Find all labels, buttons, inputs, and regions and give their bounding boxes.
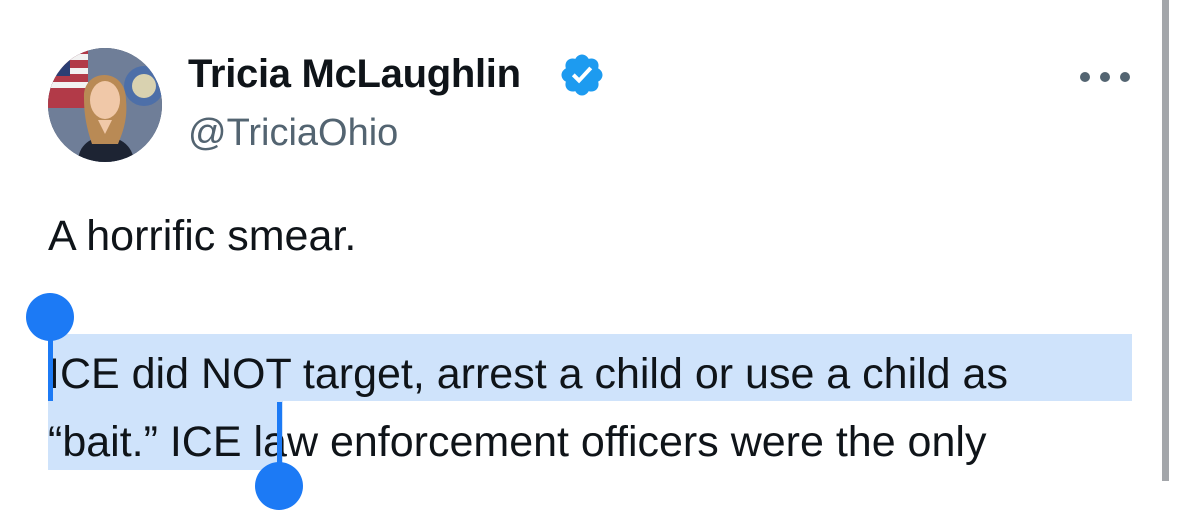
- scrollbar[interactable]: [1162, 0, 1169, 481]
- selection-end-caret: [277, 402, 282, 468]
- tweet-text-line-3: “bait.” ICE law enforcement officers wer…: [48, 418, 987, 466]
- selection-start-handle[interactable]: [26, 293, 74, 341]
- more-options-icon[interactable]: [1080, 62, 1130, 92]
- author-display-name[interactable]: Tricia McLaughlin: [188, 52, 521, 97]
- more-dot: [1120, 72, 1130, 82]
- selection-end-handle[interactable]: [255, 462, 303, 510]
- tweet-text-line-1: A horrific smear.: [48, 212, 357, 260]
- avatar[interactable]: [48, 48, 162, 162]
- avatar-photo: [48, 48, 162, 162]
- tweet[interactable]: Tricia McLaughlin @TriciaOhio A horrific…: [0, 0, 1160, 510]
- author-handle[interactable]: @TriciaOhio: [188, 112, 398, 155]
- more-dot: [1080, 72, 1090, 82]
- verified-badge-icon: [561, 54, 603, 96]
- tweet-text-line-2: ICE did NOT target, arrest a child or us…: [48, 350, 1008, 398]
- more-dot: [1100, 72, 1110, 82]
